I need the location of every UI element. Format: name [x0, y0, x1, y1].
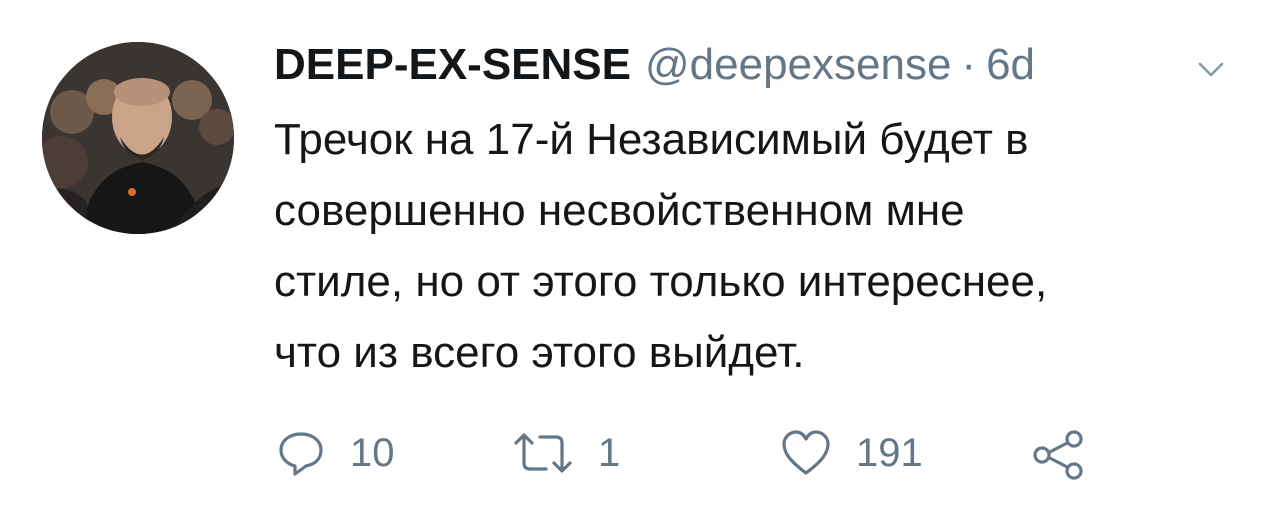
tweet: DEEP-EX-SENSE @deepexsense · 6d Тречок н…: [0, 0, 1280, 513]
tweet-text-line: что из всего этого выйдет.: [274, 328, 805, 377]
tweet-header: DEEP-EX-SENSE @deepexsense · 6d: [274, 40, 1035, 96]
share-button[interactable]: [1030, 425, 1086, 481]
tweet-text-line: совершенно несвойственном мне: [274, 186, 965, 235]
retweet-icon: [514, 433, 572, 473]
retweet-button[interactable]: 1: [512, 425, 620, 481]
timestamp[interactable]: 6d: [986, 40, 1035, 90]
tweet-text-line: стиле, но от этого только интереснее,: [274, 257, 1048, 306]
separator-dot: ·: [961, 40, 977, 89]
user-handle[interactable]: @deepexsense: [645, 40, 951, 90]
reply-icon: [279, 432, 323, 476]
avatar-image: [42, 42, 234, 234]
heart-icon: [782, 430, 830, 475]
display-name[interactable]: DEEP-EX-SENSE: [274, 40, 631, 90]
tweet-text: Тречок на 17-й Независимый будет в совер…: [274, 104, 1254, 388]
tweet-text-line: Тречок на 17-й Независимый будет в: [274, 115, 1029, 164]
retweet-count: 1: [598, 430, 621, 475]
avatar[interactable]: [42, 42, 234, 234]
reply-count: 10: [350, 430, 395, 475]
chevron-down-icon[interactable]: [1196, 58, 1226, 82]
like-button[interactable]: 191: [780, 425, 923, 481]
tweet-actions: 10 1 191: [276, 425, 1096, 481]
like-count: 191: [856, 430, 923, 475]
share-icon: [1033, 430, 1083, 480]
reply-button[interactable]: 10: [276, 425, 395, 481]
